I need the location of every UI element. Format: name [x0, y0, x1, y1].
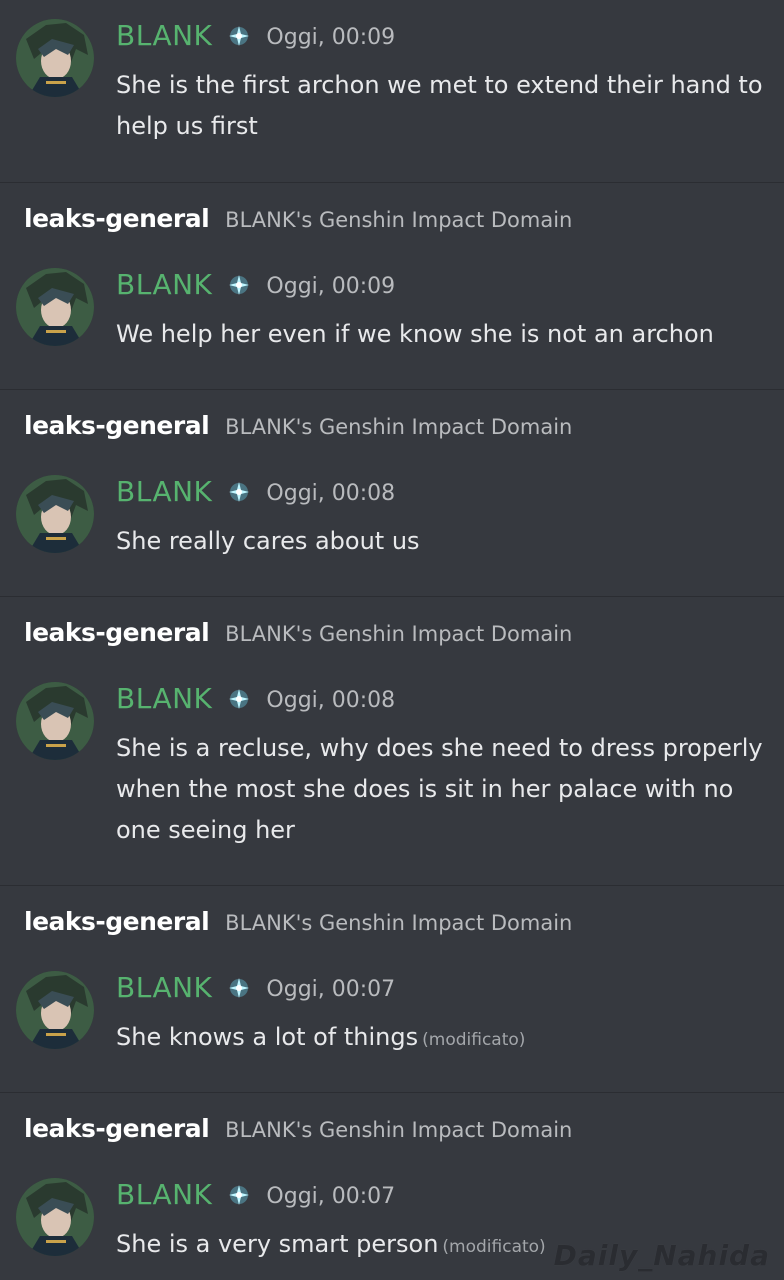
server-name: BLANK's Genshin Impact Domain: [225, 415, 573, 439]
message-block: leaks-general BLANK's Genshin Impact Dom…: [0, 183, 784, 390]
server-name: BLANK's Genshin Impact Domain: [225, 911, 573, 935]
username[interactable]: BLANK: [116, 19, 212, 52]
username[interactable]: BLANK: [116, 475, 212, 508]
message-block: leaks-general BLANK's Genshin Impact Dom…: [0, 597, 784, 886]
timestamp: Oggi, 00:09: [266, 274, 396, 299]
avatar-image: [16, 19, 94, 97]
channel-header: leaks-general BLANK's Genshin Impact Dom…: [24, 907, 572, 936]
channel-header: leaks-general BLANK's Genshin Impact Dom…: [24, 1114, 572, 1143]
username[interactable]: BLANK: [116, 682, 212, 715]
message-content: She really cares about us: [116, 527, 420, 555]
message-header: BLANK Oggi, 00:08: [116, 682, 395, 715]
message-text: She is the first archon we met to extend…: [116, 65, 770, 147]
avatar[interactable]: [16, 19, 94, 97]
message-header: BLANK Oggi, 00:09: [116, 19, 395, 52]
timestamp: Oggi, 00:08: [266, 481, 396, 506]
edited-label: (modificato): [422, 1030, 526, 1050]
message-content: We help her even if we know she is not a…: [116, 320, 714, 348]
message-text: She knows a lot of things (modificato): [116, 1017, 770, 1061]
server-name: BLANK's Genshin Impact Domain: [225, 622, 573, 646]
message-content: She is a very smart person: [116, 1230, 439, 1258]
message-block: leaks-general BLANK's Genshin Impact Dom…: [0, 390, 784, 597]
channel-header: leaks-general BLANK's Genshin Impact Dom…: [24, 204, 572, 233]
username[interactable]: BLANK: [116, 971, 212, 1004]
channel-name[interactable]: leaks-general: [24, 618, 210, 647]
message-text: She really cares about us: [116, 521, 770, 562]
channel-header: leaks-general BLANK's Genshin Impact Dom…: [24, 411, 572, 440]
sparkle-badge-icon: [229, 274, 250, 295]
channel-name[interactable]: leaks-general: [24, 411, 210, 440]
sparkle-badge-icon: [229, 688, 250, 709]
message-header: BLANK Oggi, 00:09: [116, 268, 395, 301]
avatar[interactable]: [16, 1178, 94, 1256]
message-block: BLANK Oggi, 00:09 She is the first archo…: [0, 0, 784, 183]
username[interactable]: BLANK: [116, 1178, 212, 1211]
server-name: BLANK's Genshin Impact Domain: [225, 1118, 573, 1142]
avatar[interactable]: [16, 475, 94, 553]
sparkle-badge-icon: [229, 1184, 250, 1205]
message-content: She is a recluse, why does she need to d…: [116, 734, 763, 844]
watermark: Daily_Nahida: [553, 1239, 770, 1272]
server-name: BLANK's Genshin Impact Domain: [225, 208, 573, 232]
edited-label: (modificato): [442, 1237, 546, 1257]
timestamp: Oggi, 00:09: [266, 25, 396, 50]
avatar-image: [16, 682, 94, 760]
sparkle-badge-icon: [229, 977, 250, 998]
timestamp: Oggi, 00:08: [266, 688, 396, 713]
channel-header: leaks-general BLANK's Genshin Impact Dom…: [24, 618, 572, 647]
message-header: BLANK Oggi, 00:07: [116, 971, 395, 1004]
channel-name[interactable]: leaks-general: [24, 1114, 210, 1143]
avatar[interactable]: [16, 268, 94, 346]
message-header: BLANK Oggi, 00:08: [116, 475, 395, 508]
avatar[interactable]: [16, 971, 94, 1049]
message-text: We help her even if we know she is not a…: [116, 314, 770, 355]
message-content: She is the first archon we met to extend…: [116, 71, 763, 140]
message-content: She knows a lot of things: [116, 1023, 419, 1051]
message-text: She is a recluse, why does she need to d…: [116, 728, 770, 851]
message-header: BLANK Oggi, 00:07: [116, 1178, 395, 1211]
avatar-image: [16, 971, 94, 1049]
sparkle-badge-icon: [229, 481, 250, 502]
sparkle-badge-icon: [229, 25, 250, 46]
timestamp: Oggi, 00:07: [266, 977, 396, 1002]
avatar[interactable]: [16, 682, 94, 760]
avatar-image: [16, 268, 94, 346]
username[interactable]: BLANK: [116, 268, 212, 301]
avatar-image: [16, 475, 94, 553]
message-feed: BLANK Oggi, 00:09 She is the first archo…: [0, 0, 784, 1280]
message-block: leaks-general BLANK's Genshin Impact Dom…: [0, 886, 784, 1093]
avatar-image: [16, 1178, 94, 1256]
timestamp: Oggi, 00:07: [266, 1184, 396, 1209]
channel-name[interactable]: leaks-general: [24, 907, 210, 936]
channel-name[interactable]: leaks-general: [24, 204, 210, 233]
